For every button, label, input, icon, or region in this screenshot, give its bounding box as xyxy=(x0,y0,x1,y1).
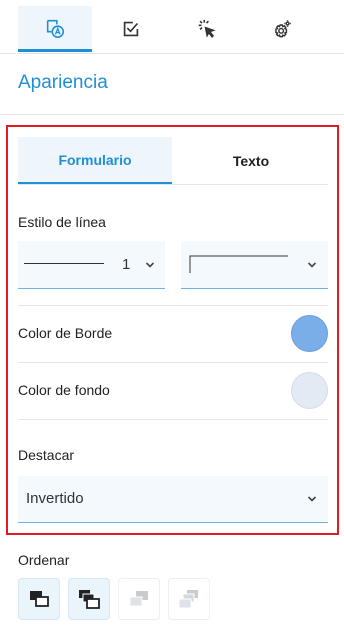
tab-validation[interactable] xyxy=(94,6,168,52)
divider xyxy=(18,184,328,185)
chevron-down-icon xyxy=(307,496,317,502)
tab-appearance[interactable] xyxy=(18,6,92,52)
order-label: Ordenar xyxy=(18,552,70,568)
bring-to-front-icon xyxy=(178,590,198,609)
section-title: Apariencia xyxy=(18,72,108,93)
gear-icon xyxy=(275,20,291,38)
highlight-select[interactable]: Invertido xyxy=(18,476,328,523)
line-type-select[interactable] xyxy=(181,241,328,289)
chevron-down-icon xyxy=(145,262,155,268)
fill-color-swatch[interactable] xyxy=(291,372,328,409)
checkbox-icon xyxy=(123,21,139,37)
line-width-value: 1 xyxy=(122,256,131,273)
highlight-value: Invertido xyxy=(26,490,84,507)
divider xyxy=(18,362,328,363)
line-style-label: Estilo de línea xyxy=(18,214,106,230)
chevron-down-icon xyxy=(307,262,317,268)
line-preview xyxy=(24,263,104,264)
highlight-label: Destacar xyxy=(18,447,75,463)
bring-forward-button[interactable] xyxy=(118,578,160,620)
tab-settings[interactable] xyxy=(246,6,320,52)
fill-color-label: Color de fondo xyxy=(18,382,110,398)
send-to-back-icon xyxy=(79,590,100,609)
send-backward-button[interactable] xyxy=(18,578,60,620)
appearance-icon xyxy=(46,19,65,38)
divider xyxy=(18,419,328,420)
panel-tab-bar xyxy=(0,0,344,54)
tab-texto[interactable]: Texto xyxy=(174,137,328,185)
click-icon xyxy=(198,19,216,38)
bring-forward-icon xyxy=(129,591,148,607)
send-backward-icon xyxy=(30,591,49,607)
send-to-back-button[interactable] xyxy=(68,578,110,620)
divider xyxy=(18,305,328,306)
bring-to-front-button[interactable] xyxy=(168,578,210,620)
tab-actions[interactable] xyxy=(170,6,244,52)
tab-formulario[interactable]: Formulario xyxy=(18,137,172,185)
divider xyxy=(0,114,344,115)
line-corner-preview xyxy=(189,255,288,273)
border-color-label: Color de Borde xyxy=(18,325,113,341)
border-color-swatch[interactable] xyxy=(291,315,328,352)
line-width-select[interactable]: 1 xyxy=(18,241,165,289)
